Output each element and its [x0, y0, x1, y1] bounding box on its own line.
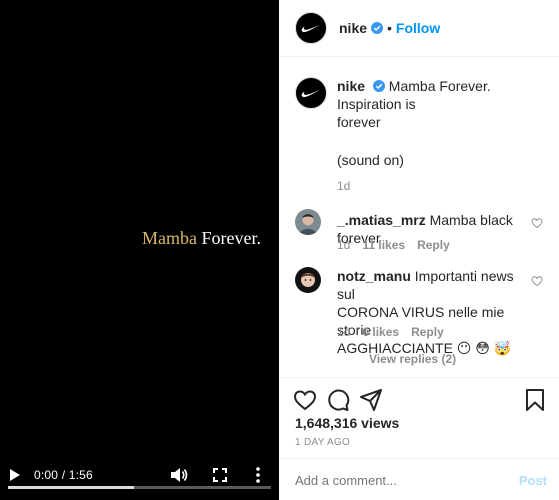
avatar[interactable] — [295, 77, 327, 109]
comment-username[interactable]: _.matias_mrz — [337, 212, 426, 228]
heart-icon[interactable] — [293, 388, 317, 412]
volume-button[interactable] — [169, 462, 189, 488]
comment-age[interactable]: 1d — [337, 325, 350, 339]
caption-age[interactable]: 1d — [337, 179, 350, 193]
post-sidebar: nike • Follow nike Mamba Forever. Inspir… — [279, 0, 559, 500]
bookmark-icon[interactable] — [523, 388, 547, 412]
reply-button[interactable]: Reply — [417, 238, 450, 252]
post-timestamp[interactable]: 1 DAY AGO — [295, 437, 350, 448]
caption-meta: 1d — [337, 179, 350, 193]
heart-icon[interactable] — [531, 217, 543, 229]
video-progress-bar[interactable] — [8, 486, 271, 489]
video-progress-fill — [8, 486, 135, 489]
video-player[interactable]: Mamba Forever. 0:00 / 1:56 — [0, 0, 279, 500]
post-button[interactable]: Post — [519, 473, 547, 488]
avatar[interactable] — [295, 12, 327, 44]
play-button[interactable] — [6, 462, 24, 488]
caption-sound: (sound on) — [337, 152, 404, 168]
caption: nike Mamba Forever. Inspiration is forev… — [295, 77, 543, 197]
swoosh-icon — [301, 90, 320, 98]
comments-list: nike Mamba Forever. Inspiration is forev… — [279, 57, 559, 377]
caption-username[interactable]: nike — [337, 78, 365, 94]
header-username[interactable]: nike — [339, 20, 367, 36]
post-header: nike • Follow — [279, 0, 559, 57]
avatar-photo — [295, 267, 321, 293]
comment-meta: 1d 6 likes Reply — [337, 325, 444, 339]
more-icon — [256, 467, 260, 483]
comment-age[interactable]: 1d — [337, 238, 350, 252]
video-controls: 0:00 / 1:56 — [0, 462, 279, 488]
avatar-photo — [295, 209, 321, 235]
avatar[interactable] — [295, 209, 321, 235]
view-replies-button[interactable]: View replies (2) — [369, 352, 456, 366]
swoosh-icon — [301, 25, 320, 33]
video-title-overlay: Mamba Forever. — [0, 228, 261, 249]
comment-icon[interactable] — [326, 388, 350, 412]
verified-icon — [371, 22, 384, 34]
volume-icon — [171, 468, 188, 482]
comment-input[interactable] — [295, 473, 495, 488]
comment-likes[interactable]: 6 likes — [362, 325, 399, 339]
fullscreen-icon — [213, 468, 227, 482]
video-time: 0:00 / 1:56 — [34, 468, 93, 482]
comment-username[interactable]: notz_manu — [337, 268, 411, 284]
video-title-word-mamba: Mamba — [142, 228, 198, 248]
avatar[interactable] — [295, 267, 321, 293]
reply-button[interactable]: Reply — [411, 325, 444, 339]
share-icon[interactable] — [359, 388, 383, 412]
follow-button[interactable]: Follow — [396, 20, 440, 36]
play-icon — [10, 469, 20, 481]
comment-item: _.matias_mrz Mamba black forever 1d 11 l… — [295, 209, 543, 259]
heart-icon[interactable] — [531, 275, 543, 287]
view-count[interactable]: 1,648,316 views — [295, 415, 399, 431]
fullscreen-button[interactable] — [211, 462, 229, 488]
caption-text: nike Mamba Forever. Inspiration is forev… — [337, 77, 521, 131]
post-actions: 1,648,316 views 1 DAY AGO Post — [279, 377, 559, 500]
comment-meta: 1d 11 likes Reply — [337, 238, 450, 252]
more-options-button[interactable] — [250, 462, 266, 488]
comment-text: notz_manu Importanti news sul CORONA VIR… — [337, 267, 521, 357]
add-comment-bar: Post — [279, 458, 559, 500]
comment-likes[interactable]: 11 likes — [362, 238, 405, 252]
comment-item: notz_manu Importanti news sul CORONA VIR… — [295, 267, 543, 356]
separator-dot: • — [387, 20, 392, 36]
caption-line-2: forever — [337, 114, 381, 130]
verified-icon — [372, 80, 385, 92]
video-title-word-forever: Forever. — [197, 228, 261, 248]
